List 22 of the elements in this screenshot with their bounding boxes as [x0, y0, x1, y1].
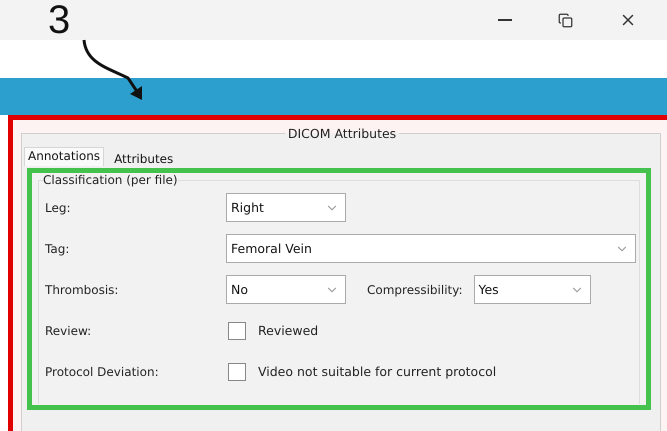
step-number: 3 — [48, 0, 70, 43]
dropdown[interactable]: Right — [226, 193, 346, 222]
group-title: Classification (per file) — [43, 173, 178, 187]
checkbox-label: Reviewed — [258, 323, 318, 338]
tab[interactable]: Annotations — [24, 147, 104, 166]
checkbox[interactable] — [228, 322, 246, 340]
restore-button[interactable] — [558, 12, 573, 28]
dropdown[interactable]: No — [226, 275, 346, 304]
dropdown[interactable]: Femoral Vein — [226, 234, 636, 263]
field-label: Review: — [45, 324, 92, 338]
field-label: Compressibility: — [367, 282, 463, 296]
field-label: Thrombosis: — [45, 282, 120, 296]
tab[interactable]: Attributes — [110, 151, 178, 166]
panel-title: DICOM Attributes — [286, 126, 398, 141]
field-label: Leg: — [45, 200, 72, 214]
restore-icon — [558, 12, 573, 28]
field-label: Protocol Deviation: — [45, 364, 160, 378]
dropdown[interactable]: Yes — [474, 275, 591, 304]
minimize-icon — [498, 19, 512, 21]
checkbox-label: Video not suitable for current protocol — [258, 364, 496, 379]
checkbox[interactable] — [228, 362, 246, 380]
field-label: Tag: — [45, 242, 70, 256]
